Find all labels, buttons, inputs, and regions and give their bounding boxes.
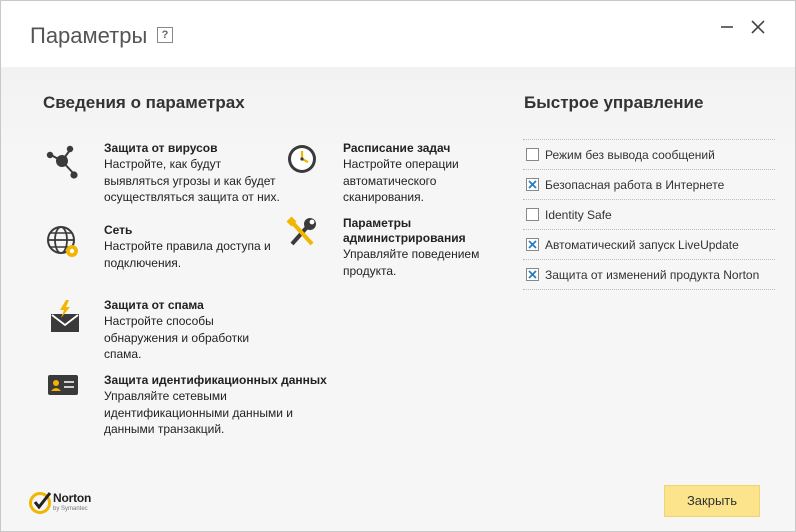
quick-control-item[interactable]: Identity Safe [523, 199, 775, 229]
identity-protection-desc: Управляйте сетевыми идентификационными д… [104, 389, 293, 436]
virus-protection-desc: Настройте, как будут выявляться угрозы и… [104, 157, 280, 204]
settings-info-title: Сведения о параметрах [43, 93, 245, 112]
settings-window: Параметры ? Сведения о параметрах Быстро… [0, 0, 796, 532]
quick-control-label: Безопасная работа в Интернете [545, 178, 725, 192]
logo-name: Norton [53, 491, 92, 505]
close-icon [751, 20, 765, 34]
checkbox-safe-web[interactable] [526, 178, 539, 191]
tools-icon [286, 216, 316, 246]
task-schedule-title: Расписание задач [343, 141, 451, 155]
checkbox-identity-safe[interactable] [526, 208, 539, 221]
minimize-icon [721, 26, 733, 28]
identity-card-icon [48, 375, 78, 395]
content-area: Сведения о параметрах Быстрое управление… [1, 67, 795, 531]
quick-control-item[interactable]: Автоматический запуск LiveUpdate [523, 229, 775, 259]
norton-logo: Norton by Symantec [29, 489, 91, 520]
norton-check-icon [29, 492, 52, 514]
quick-control-label: Режим без вывода сообщений [545, 148, 715, 162]
close-button[interactable]: Закрыть [664, 485, 760, 517]
spam-protection-desc: Настройте способы обнаружения и обработк… [104, 314, 250, 361]
help-icon[interactable]: ? [157, 27, 173, 43]
virus-protection-icon [46, 145, 78, 179]
quick-control-item[interactable]: Безопасная работа в Интернете [523, 169, 775, 199]
check-icon [528, 180, 537, 189]
identity-protection-title: Защита идентификационных данных [104, 373, 327, 387]
admin-settings-title: Параметры администрирования [343, 216, 466, 245]
admin-settings-desc: Управляйте поведением продукта. [343, 247, 480, 278]
window-close-button[interactable] [748, 17, 768, 37]
checkbox-silent-mode[interactable] [526, 148, 539, 161]
network-icon [47, 226, 78, 257]
spam-protection-icon [51, 300, 79, 332]
minimize-button[interactable] [717, 17, 737, 37]
quick-control-item[interactable]: Защита от изменений продукта Norton [523, 259, 775, 290]
virus-protection-title: Защита от вирусов [104, 141, 218, 155]
quick-control-item[interactable]: Режим без вывода сообщений [523, 139, 775, 169]
network-title: Сеть [104, 223, 133, 237]
check-icon [528, 270, 537, 279]
quick-control-label: Защита от изменений продукта Norton [545, 268, 760, 282]
quick-control-list: Режим без вывода сообщений Безопасная ра… [523, 139, 775, 290]
logo-sub: by Symantec [53, 506, 88, 512]
quick-control-label: Identity Safe [545, 208, 612, 222]
network-desc: Настройте правила доступа и подключения. [104, 239, 271, 270]
title-bar: Параметры ? [1, 1, 795, 67]
task-schedule-desc: Настройте операции автоматического скани… [343, 157, 459, 204]
quick-control-label: Автоматический запуск LiveUpdate [545, 238, 739, 252]
spam-protection-title: Защита от спама [104, 298, 204, 312]
checkbox-auto-liveupdate[interactable] [526, 238, 539, 251]
check-icon [528, 240, 537, 249]
quick-control-title: Быстрое управление [524, 93, 704, 112]
checkbox-tamper-protection[interactable] [526, 268, 539, 281]
window-title: Параметры [30, 23, 148, 48]
clock-icon [288, 145, 316, 173]
